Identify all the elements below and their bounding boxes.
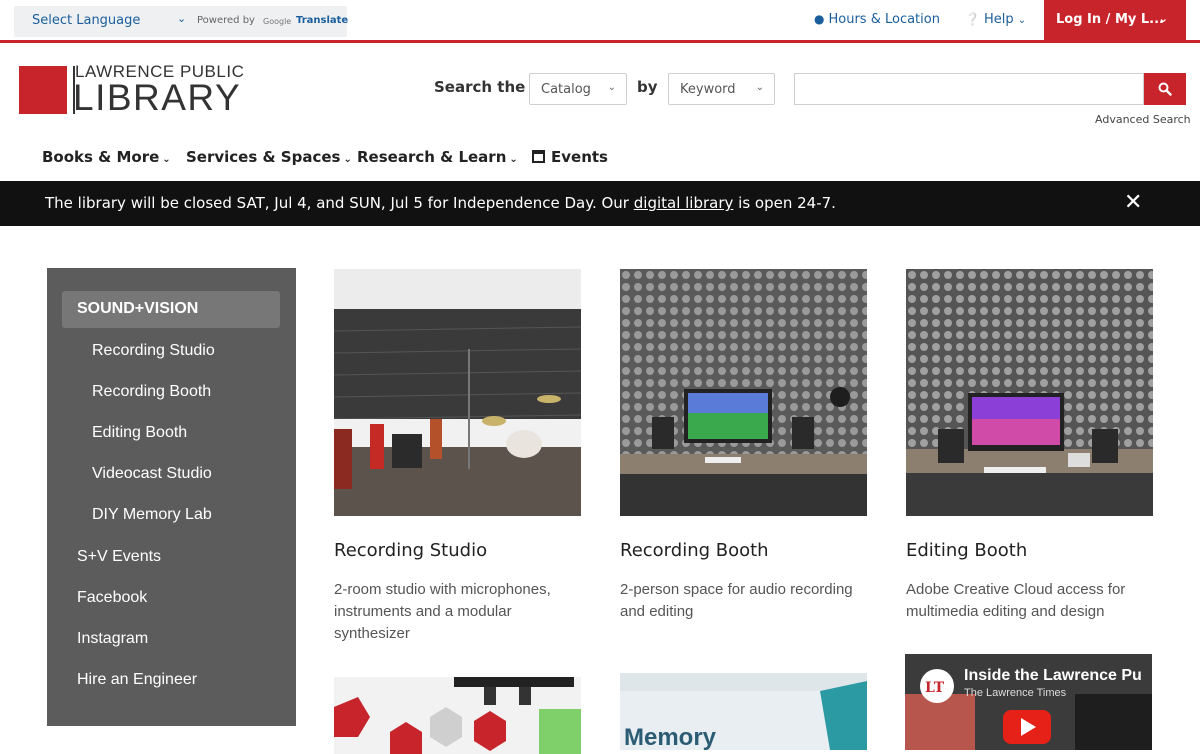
youtube-play-icon[interactable] <box>1003 710 1051 744</box>
hours-location-link[interactable]: ● Hours & Location <box>814 12 940 27</box>
alert-text-after: is open 24-7. <box>733 194 836 212</box>
alert-text-before: The library will be closed SAT, Jul 4, a… <box>45 194 634 212</box>
hours-location-label: Hours & Location <box>828 12 940 27</box>
card-desc-editing-booth: Adobe Creative Cloud access for multimed… <box>906 581 1126 620</box>
search-input[interactable] <box>794 73 1144 105</box>
question-circle-icon: ❔ <box>965 12 980 26</box>
sidebar-item-facebook[interactable]: Facebook <box>77 589 147 607</box>
youtube-video-embed[interactable]: LT Inside the Lawrence Pu The Lawrence T… <box>905 654 1152 750</box>
sidebar-item-recording-studio[interactable]: Recording Studio <box>92 342 215 360</box>
logo-text-main: LIBRARY <box>73 77 242 118</box>
advanced-search-link[interactable]: Advanced Search <box>1095 113 1191 126</box>
nav-services-label: Services & Spaces <box>186 148 341 166</box>
sidebar-item-videocast-studio[interactable]: Videocast Studio <box>92 465 212 483</box>
alert-message: The library will be closed SAT, Jul 4, a… <box>45 194 836 212</box>
card-title-recording-booth[interactable]: Recording Booth <box>620 540 769 561</box>
video-channel: The Lawrence Times <box>964 687 1067 699</box>
nav-research-label: Research & Learn <box>357 148 507 166</box>
chevron-down-icon: ⌄ <box>509 154 518 165</box>
select-language-dropdown[interactable]: Select Language <box>32 13 140 28</box>
sidebar-item-diy-memory-lab[interactable]: DIY Memory Lab <box>92 506 212 524</box>
chevron-down-icon: ⌄ <box>607 82 616 93</box>
close-icon[interactable]: ✕ <box>1124 190 1142 215</box>
card-desc-recording-studio: 2-room studio with microphones, instrume… <box>334 581 551 642</box>
chevron-down-icon: ⌄ <box>755 82 764 93</box>
map-marker-icon: ● <box>814 12 825 26</box>
card-title-editing-booth[interactable]: Editing Booth <box>906 540 1027 561</box>
nav-events[interactable]: Events <box>532 148 608 166</box>
nav-books-label: Books & More <box>42 148 160 166</box>
memory-lab-sign: Memory <box>624 724 717 750</box>
videocast-studio-image[interactable] <box>334 677 581 754</box>
chevron-down-icon: ⌄ <box>177 12 187 25</box>
card-title-recording-studio[interactable]: Recording Studio <box>334 540 487 561</box>
google-translate-widget[interactable]: Select Language ⌄ Powered by Google Tran… <box>14 6 348 37</box>
sidebar-item-editing-booth[interactable]: Editing Booth <box>92 424 187 442</box>
search-by-label: by <box>637 78 658 96</box>
search-icon <box>1158 82 1172 96</box>
sound-vision-sidebar: SOUND+VISION Recording Studio Recording … <box>47 268 296 726</box>
login-button[interactable]: Log In / My L... ⌄ <box>1044 0 1186 43</box>
search-scope-value: Catalog <box>541 82 591 97</box>
recording-studio-image[interactable] <box>334 269 581 516</box>
times-logo: LT <box>925 680 945 696</box>
google-logo: Google <box>263 17 292 26</box>
logo-mark <box>19 66 75 114</box>
sidebar-item-recording-booth[interactable]: Recording Booth <box>92 383 211 401</box>
sidebar-item-instagram[interactable]: Instagram <box>77 630 148 648</box>
editing-booth-image[interactable] <box>906 269 1153 516</box>
translate-link[interactable]: Translate <box>296 15 348 26</box>
search-label: Search the <box>434 78 526 96</box>
nav-services-spaces[interactable]: Services & Spaces ⌄ <box>186 148 352 166</box>
sidebar-item-sv-events[interactable]: S+V Events <box>77 548 161 566</box>
search-type-select[interactable]: Keyword ⌄ <box>668 73 775 105</box>
video-title: Inside the Lawrence Pu <box>964 667 1142 684</box>
help-menu[interactable]: ❔ Help ⌄ <box>965 12 1026 27</box>
search-scope-select[interactable]: Catalog ⌄ <box>529 73 627 105</box>
calendar-icon <box>532 150 545 163</box>
sidebar-item-hire-engineer[interactable]: Hire an Engineer <box>77 671 197 689</box>
recording-booth-image[interactable] <box>620 269 867 516</box>
chevron-down-icon: ⌄ <box>162 154 171 165</box>
utility-bar: Select Language ⌄ Powered by Google Tran… <box>0 0 1200 43</box>
chevron-down-icon: ⌄ <box>343 154 352 165</box>
login-label: Log In / My L... <box>1056 12 1164 27</box>
help-label: Help <box>983 12 1014 27</box>
card-desc-recording-booth: 2-person space for audio recording and e… <box>620 581 853 620</box>
closure-alert-banner: The library will be closed SAT, Jul 4, a… <box>0 181 1200 226</box>
nav-research-learn[interactable]: Research & Learn ⌄ <box>357 148 518 166</box>
diy-memory-lab-image[interactable]: Memory <box>620 673 867 750</box>
search-type-value: Keyword <box>680 82 736 97</box>
chevron-down-icon: ⌄ <box>1158 12 1168 25</box>
digital-library-link[interactable]: digital library <box>634 194 734 212</box>
nav-books-more[interactable]: Books & More ⌄ <box>42 148 171 166</box>
sidebar-heading[interactable]: SOUND+VISION <box>62 291 280 328</box>
nav-events-label: Events <box>551 148 608 166</box>
search-button[interactable] <box>1144 73 1186 105</box>
powered-by-label: Powered by <box>197 15 255 26</box>
chevron-down-icon: ⌄ <box>1017 15 1027 26</box>
